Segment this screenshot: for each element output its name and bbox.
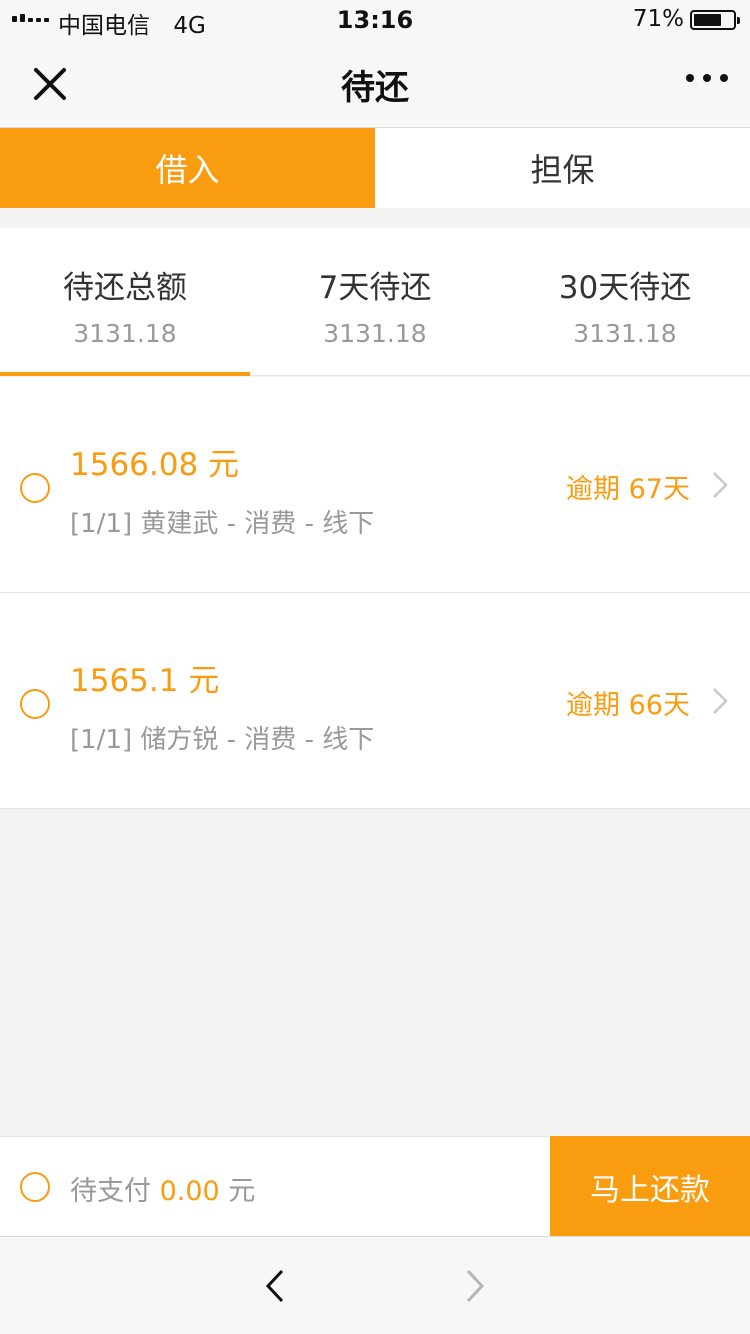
repayment-summary: 待还总额 3131.18 7天待还 3131.18 30天待还 3131.18 — [0, 228, 750, 376]
overdue-status: 逾期 66天 — [566, 690, 690, 721]
browser-toolbar — [0, 1236, 750, 1334]
summary-total-due[interactable]: 待还总额 3131.18 — [0, 228, 250, 376]
pending-unit: 元 — [228, 1176, 256, 1207]
loan-amount: 1566.08 元 — [70, 447, 240, 483]
segment-tabs: 借入 担保 — [0, 128, 750, 208]
summary-30-days[interactable]: 30天待还 3131.18 — [500, 228, 750, 375]
summary-label: 待还总额 — [63, 270, 187, 306]
summary-value: 3131.18 — [573, 319, 677, 348]
status-bar: 中国电信 4G 13:16 71% — [0, 0, 750, 40]
overdue-status: 逾期 67天 — [566, 474, 690, 505]
battery-icon — [690, 10, 740, 30]
more-dots-icon[interactable] — [686, 74, 728, 82]
chevron-right-icon — [713, 472, 728, 498]
page-title: 待还 — [341, 68, 409, 108]
battery-percent: 71% — [632, 6, 684, 32]
pending-label: 待支付 — [70, 1176, 151, 1207]
summary-value: 3131.18 — [323, 319, 427, 348]
pending-payment: 待支付 0.00 元 — [70, 1169, 255, 1208]
repay-now-button[interactable]: 马上还款 — [550, 1136, 750, 1237]
chevron-right-icon — [713, 688, 728, 714]
summary-label: 30天待还 — [558, 270, 692, 306]
loan-amount: 1565.1 元 — [70, 663, 220, 699]
summary-label: 7天待还 — [318, 270, 432, 306]
loan-description: [1/1] 储方锐 - 消费 - 线下 — [70, 725, 375, 755]
select-radio[interactable] — [20, 473, 50, 503]
select-all-radio[interactable] — [20, 1172, 50, 1202]
summary-7-days[interactable]: 7天待还 3131.18 — [250, 228, 500, 375]
pay-bar: 待支付 0.00 元 马上还款 — [0, 1136, 750, 1237]
back-arrow-icon[interactable] — [262, 1267, 290, 1305]
loan-list: 1566.08 元 [1/1] 黄建武 - 消费 - 线下 逾期 67天 156… — [0, 377, 750, 809]
nav-bar: 待还 — [0, 40, 750, 128]
select-radio[interactable] — [20, 689, 50, 719]
pending-amount: 0.00 — [159, 1176, 220, 1207]
forward-arrow-icon[interactable] — [460, 1267, 488, 1305]
list-item[interactable]: 1566.08 元 [1/1] 黄建武 - 消费 - 线下 逾期 67天 — [0, 377, 750, 593]
summary-value: 3131.18 — [73, 319, 177, 348]
tab-borrow[interactable]: 借入 — [0, 128, 375, 208]
tab-guarantee[interactable]: 担保 — [375, 128, 750, 208]
loan-description: [1/1] 黄建武 - 消费 - 线下 — [70, 509, 375, 539]
list-item[interactable]: 1565.1 元 [1/1] 储方锐 - 消费 - 线下 逾期 66天 — [0, 593, 750, 809]
